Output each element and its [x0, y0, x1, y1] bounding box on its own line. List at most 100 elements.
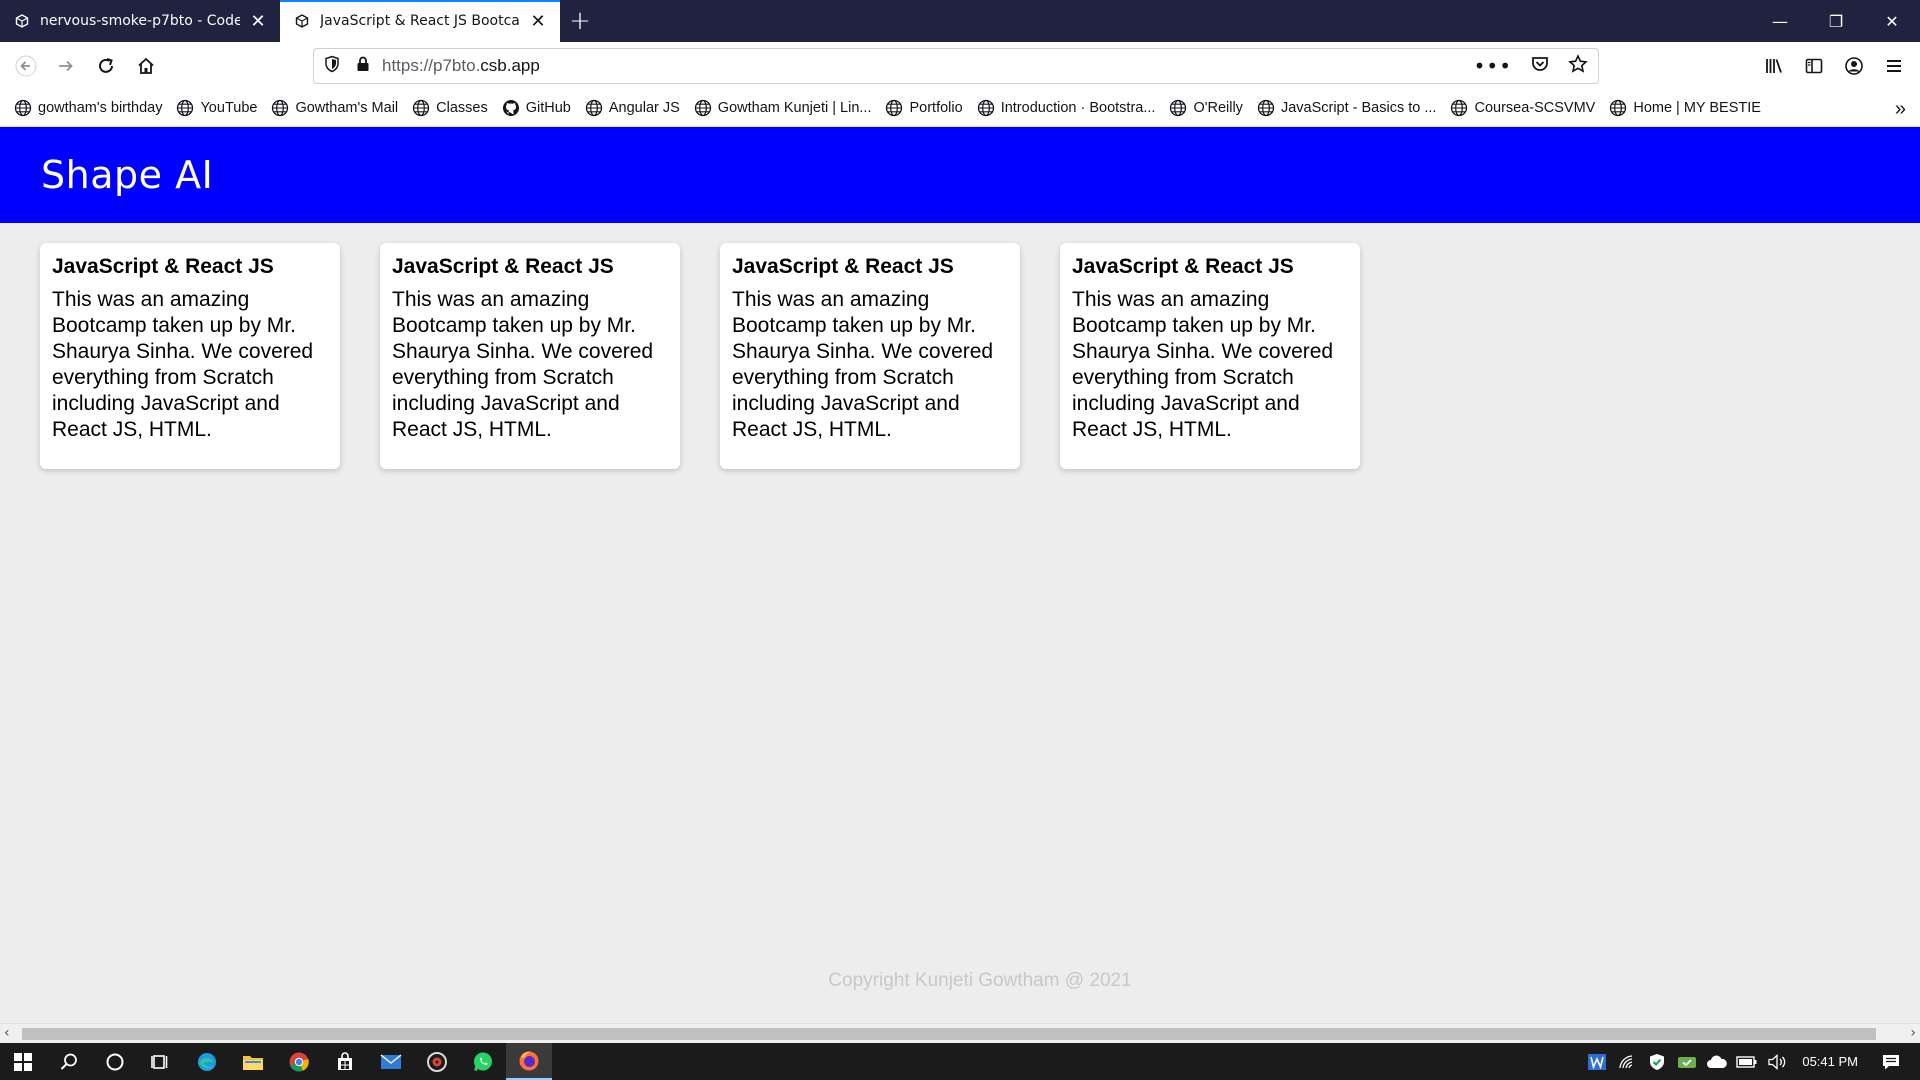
codesandbox-icon — [14, 13, 30, 29]
search-icon[interactable] — [46, 1043, 92, 1080]
navigation-toolbar: https://p7bto.csb.app ••• — [0, 42, 1920, 90]
bookmark-item[interactable]: YouTube — [176, 99, 257, 117]
card-body: This was an amazing Bootcamp taken up by… — [52, 288, 314, 441]
globe-icon — [977, 99, 995, 117]
minimize-button[interactable]: — — [1752, 0, 1808, 42]
globe-icon — [585, 99, 603, 117]
sidebar-icon[interactable] — [1794, 46, 1834, 86]
clock[interactable]: 05:41 PM — [1802, 1054, 1858, 1069]
course-card: JavaScript & React JS This was an amazin… — [40, 243, 340, 469]
bookmark-item[interactable]: gowtham's birthday — [14, 99, 162, 117]
tab-bar: nervous-smoke-p7bto - CodeSa ✕ JavaScrip… — [0, 0, 1920, 42]
reload-button[interactable] — [86, 46, 126, 86]
address-bar[interactable]: https://p7bto.csb.app ••• — [313, 48, 1599, 84]
chevron-double-right-icon[interactable]: » — [1895, 98, 1906, 121]
bookmark-item[interactable]: O'Reilly — [1169, 99, 1243, 117]
file-explorer-icon[interactable] — [230, 1043, 276, 1080]
url-text[interactable]: https://p7bto.csb.app — [382, 56, 1474, 76]
drive-sync-icon[interactable] — [1672, 1054, 1702, 1070]
horizontal-scrollbar[interactable]: ‹ › — [0, 1023, 1920, 1043]
card-title: JavaScript & React JS — [392, 255, 614, 278]
card-list: JavaScript & React JS This was an amazin… — [40, 243, 1360, 469]
word-icon[interactable] — [1582, 1053, 1612, 1071]
notification-icon[interactable] — [1876, 1053, 1906, 1071]
card-body: This was an amazing Bootcamp taken up by… — [1072, 288, 1334, 441]
globe-icon — [1257, 99, 1275, 117]
bookmark-item[interactable]: JavaScript - Basics to ... — [1257, 99, 1436, 117]
tab-title: nervous-smoke-p7bto - CodeSa — [40, 13, 240, 29]
scroll-left-icon[interactable]: ‹ — [4, 1025, 10, 1041]
lock-icon[interactable] — [356, 56, 370, 76]
course-card: JavaScript & React JS This was an amazin… — [1060, 243, 1360, 469]
globe-icon — [14, 99, 32, 117]
globe-icon — [176, 99, 194, 117]
card-title: JavaScript & React JS — [1072, 255, 1294, 278]
star-icon[interactable] — [1568, 54, 1588, 78]
close-icon[interactable]: ✕ — [248, 11, 268, 32]
chrome-icon[interactable] — [276, 1043, 322, 1080]
github-icon — [502, 99, 520, 117]
onedrive-cloud-icon[interactable] — [1702, 1055, 1732, 1069]
card-title: JavaScript & React JS — [52, 255, 274, 278]
new-tab-button[interactable]: + — [560, 0, 600, 42]
task-view-icon[interactable] — [138, 1043, 184, 1080]
store-icon[interactable] — [322, 1043, 368, 1080]
scroll-right-icon[interactable]: › — [1910, 1025, 1916, 1041]
tab-bootcamp[interactable]: JavaScript & React JS Bootcam ✕ — [280, 0, 560, 42]
bookmark-item[interactable]: Introduction · Bootstra... — [977, 99, 1155, 117]
page-content: Shape AI JavaScript & React JS This was … — [0, 127, 1920, 1023]
bookmark-item[interactable]: Portfolio — [885, 99, 963, 117]
bookmark-item[interactable]: GitHub — [502, 99, 571, 117]
wifi-icon[interactable] — [1612, 1054, 1642, 1070]
course-card: JavaScript & React JS This was an amazin… — [380, 243, 680, 469]
mail-icon[interactable] — [368, 1043, 414, 1080]
page-actions-icon[interactable]: ••• — [1474, 54, 1512, 78]
globe-icon — [1450, 99, 1468, 117]
globe-icon — [1169, 99, 1187, 117]
globe-icon — [271, 99, 289, 117]
library-icon[interactable] — [1754, 46, 1794, 86]
start-icon[interactable] — [0, 1043, 46, 1080]
restore-button[interactable]: ❐ — [1808, 0, 1864, 42]
bookmark-item[interactable]: Home | MY BESTIE — [1609, 99, 1761, 117]
card-body: This was an amazing Bootcamp taken up by… — [392, 288, 654, 441]
account-icon[interactable] — [1834, 46, 1874, 86]
bookmark-item[interactable]: Gowtham's Mail — [271, 99, 398, 117]
tab-codesandbox[interactable]: nervous-smoke-p7bto - CodeSa ✕ — [0, 0, 280, 42]
footer-copyright: Copyright Kunjeti Gowtham @ 2021 — [828, 970, 1132, 991]
globe-icon — [694, 99, 712, 117]
globe-icon — [885, 99, 903, 117]
card-title: JavaScript & React JS — [732, 255, 954, 278]
bookmarks-toolbar: gowtham's birthday YouTube Gowtham's Mai… — [0, 90, 1920, 127]
shield-icon[interactable] — [324, 55, 340, 77]
bookmark-item[interactable]: Coursea-SCSVMV — [1450, 99, 1595, 117]
tab-title: JavaScript & React JS Bootcam — [320, 13, 520, 29]
menu-icon[interactable] — [1874, 46, 1914, 86]
cortana-icon[interactable] — [92, 1043, 138, 1080]
close-icon[interactable]: ✕ — [528, 11, 548, 32]
bookmark-item[interactable]: Gowtham Kunjeti | Lin... — [694, 99, 871, 117]
battery-icon[interactable] — [1732, 1055, 1762, 1069]
scrollbar-thumb[interactable] — [22, 1028, 1876, 1040]
globe-icon — [412, 99, 430, 117]
card-body: This was an amazing Bootcamp taken up by… — [732, 288, 994, 441]
home-button[interactable] — [126, 46, 166, 86]
system-tray: 05:41 PM — [1582, 1043, 1920, 1080]
app-header: Shape AI — [0, 127, 1920, 223]
firefox-icon[interactable] — [506, 1043, 552, 1080]
windows-taskbar: 05:41 PM — [0, 1043, 1920, 1080]
app-title: Shape AI — [41, 153, 214, 197]
media-icon[interactable] — [414, 1043, 460, 1080]
pocket-icon[interactable] — [1530, 54, 1550, 78]
bookmark-item[interactable]: Classes — [412, 99, 488, 117]
bookmark-item[interactable]: Angular JS — [585, 99, 680, 117]
security-shield-icon[interactable] — [1642, 1053, 1672, 1071]
edge-icon[interactable] — [184, 1043, 230, 1080]
whatsapp-icon[interactable] — [460, 1043, 506, 1080]
globe-icon — [1609, 99, 1627, 117]
close-window-button[interactable]: ✕ — [1864, 0, 1920, 42]
back-button[interactable] — [6, 46, 46, 86]
volume-icon[interactable] — [1762, 1053, 1792, 1070]
codesandbox-icon — [294, 13, 310, 29]
forward-button[interactable] — [46, 46, 86, 86]
